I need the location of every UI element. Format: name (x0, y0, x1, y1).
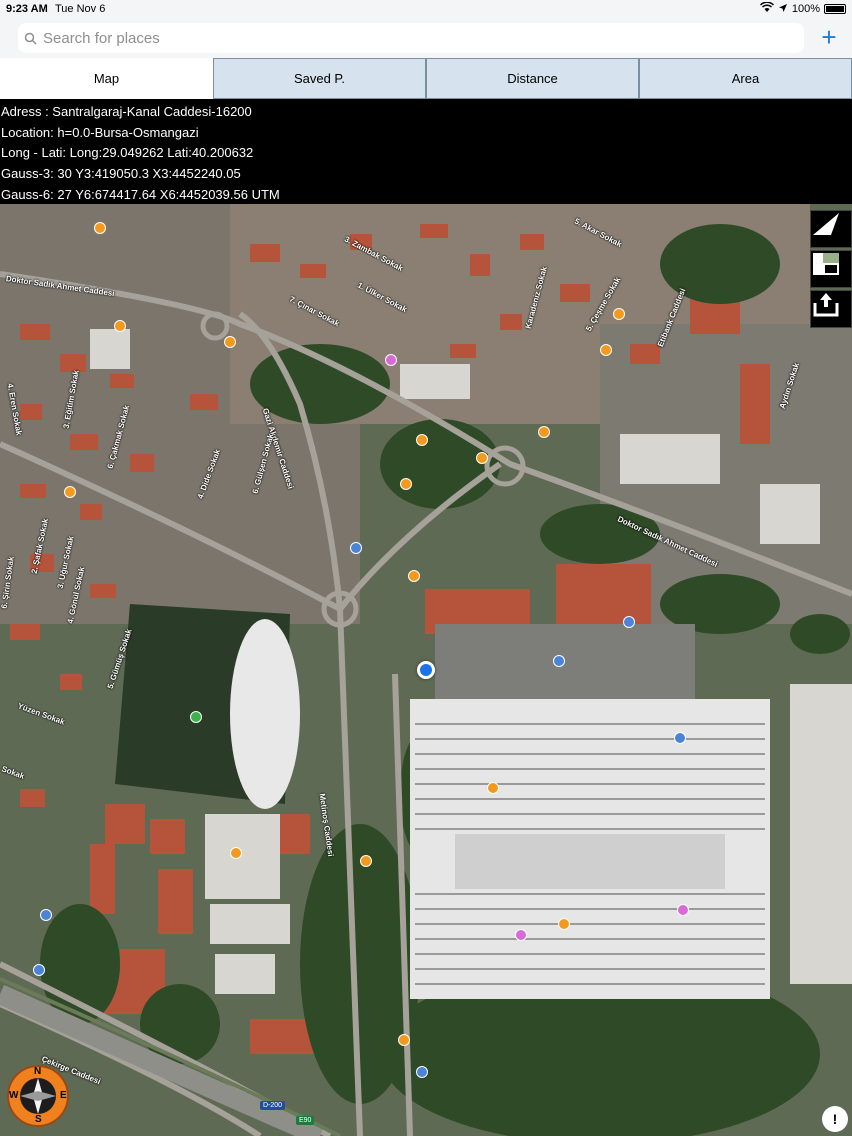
tab-saved-places[interactable]: Saved P. (213, 58, 426, 99)
add-button[interactable]: + (816, 22, 842, 52)
poi-marker[interactable] (476, 452, 488, 464)
status-indicators: 100% (759, 1, 846, 16)
poi-marker[interactable] (600, 344, 612, 356)
compass-button[interactable]: N S W E (6, 1064, 70, 1128)
compass-s-label: S (35, 1114, 42, 1125)
poi-marker[interactable] (360, 855, 372, 867)
poi-marker[interactable] (385, 354, 397, 366)
battery-percent: 100% (791, 3, 820, 15)
gauss3-text: Gauss-3: 30 Y3:419050.3 X3:4452240.05 (1, 166, 241, 182)
location-info-panel: Adress : Santralgaraj-Kanal Caddesi-1620… (0, 99, 852, 204)
search-bar: + (0, 20, 852, 58)
status-time: 9:23 AM (6, 3, 48, 15)
tab-distance[interactable]: Distance (426, 58, 639, 99)
tab-area[interactable]: Area (639, 58, 852, 99)
compass-w-label: W (9, 1090, 19, 1101)
tab-bar: Map Saved P. Distance Area (0, 58, 852, 99)
poi-marker[interactable] (487, 782, 499, 794)
route-shield-e90: E90 (296, 1116, 315, 1125)
poi-marker[interactable] (515, 929, 527, 941)
poi-marker[interactable] (40, 909, 52, 921)
poi-marker[interactable] (64, 486, 76, 498)
location-text: Location: h=0.0-Bursa-Osmangazi (1, 124, 199, 140)
route-shield-d200: D-200 (260, 1101, 286, 1110)
tab-map[interactable]: Map (0, 58, 213, 99)
poi-marker[interactable] (398, 1034, 410, 1046)
poi-marker[interactable] (350, 542, 362, 554)
share-button[interactable] (810, 290, 852, 328)
poi-marker[interactable] (408, 570, 420, 582)
poi-marker[interactable] (538, 426, 550, 438)
search-field[interactable] (18, 23, 804, 53)
poi-marker[interactable] (558, 918, 570, 930)
poi-marker[interactable] (230, 847, 242, 859)
search-icon (24, 32, 37, 45)
navigate-arrow-button[interactable] (810, 210, 852, 248)
poi-marker[interactable] (224, 336, 236, 348)
poi-marker[interactable] (553, 655, 565, 667)
poi-marker[interactable] (416, 1066, 428, 1078)
compass-e-label: E (60, 1090, 67, 1101)
longlat-text: Long - Lati: Long:29.049262 Lati:40.2006… (1, 145, 254, 161)
poi-marker[interactable] (674, 732, 686, 744)
satellite-map[interactable]: 3. Zambak Sokak 5. Akar Sokak Doktor Sad… (0, 204, 852, 1136)
poi-marker[interactable] (416, 434, 428, 446)
info-button[interactable]: ! (822, 1106, 848, 1132)
status-bar: 9:23 AM Tue Nov 6 100% (0, 0, 852, 20)
poi-marker[interactable] (613, 308, 625, 320)
user-location-dot (417, 661, 435, 679)
wifi-icon (759, 1, 774, 16)
status-date: Tue Nov 6 (55, 3, 106, 15)
compass-n-label: N (34, 1066, 42, 1077)
poi-marker[interactable] (33, 964, 45, 976)
location-arrow-icon (778, 3, 788, 16)
poi-marker[interactable] (623, 616, 635, 628)
address-text: Adress : Santralgaraj-Kanal Caddesi-1620… (1, 104, 252, 119)
poi-marker[interactable] (677, 904, 689, 916)
search-input[interactable] (43, 29, 783, 47)
poi-marker[interactable] (190, 711, 202, 723)
poi-marker[interactable] (114, 320, 126, 332)
poi-marker[interactable] (94, 222, 106, 234)
map-layers-button[interactable] (810, 250, 852, 288)
poi-marker[interactable] (400, 478, 412, 490)
gauss6-text: Gauss-6: 27 Y6:674417.64 X6:4452039.56 U… (1, 186, 280, 202)
battery-icon (824, 4, 846, 14)
